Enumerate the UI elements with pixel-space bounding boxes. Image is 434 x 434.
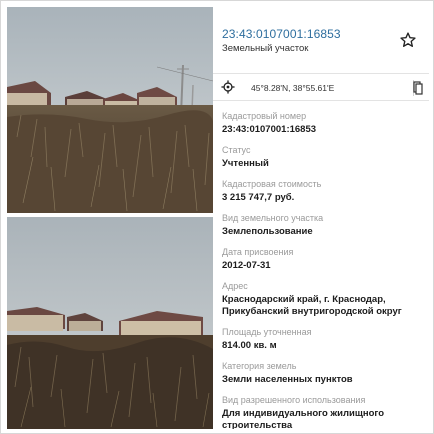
field-label: Категория земель [222,361,297,371]
plot-photo-1-image [7,7,213,213]
field-value: Землепользование [222,226,313,237]
plot-photo-2-image [7,217,213,429]
field-label: Кадастровая стоимость [222,179,322,189]
field-label: Вид разрешенного использования [222,395,366,405]
field-value: 814.00 кв. м [222,340,277,351]
star-outline-icon[interactable] [399,31,417,49]
field-value: 3 215 747,7 руб. [222,192,295,203]
plot-photo-1[interactable] [7,7,213,213]
field-label: Дата присвоения [222,247,294,257]
field-status: Статус Учтенный [222,145,427,170]
field-value: Краснодарский край, г. Краснодар, Прикуб… [222,294,402,317]
field-label: Адрес [222,281,248,291]
field-label: Площадь уточненная [222,327,312,337]
listing-card: 23:43:0107001:16853 Земельный участок 45… [0,0,434,434]
field-land-category: Категория земель Земли населенных пункто… [222,361,427,386]
copy-icon[interactable] [413,80,423,96]
location-row: 45°8.28'N, 38°55.61'E [213,73,429,101]
field-assignment-date: Дата присвоения 2012-07-31 [222,247,427,272]
field-plot-kind: Вид земельного участка Землепользование [222,213,427,238]
field-label: Статус [222,145,251,155]
land-type: Земельный участок [222,43,309,54]
plot-photo-2[interactable] [7,217,213,429]
field-cadastral-value: Кадастровая стоимость 3 215 747,7 руб. [222,179,427,204]
field-value: 2012-07-31 [222,260,271,271]
field-value: Учтенный [222,158,269,169]
info-panel: 23:43:0107001:16853 Земельный участок 45… [213,7,429,429]
field-value: Для индивидуального жилищного строительс… [222,408,385,429]
field-area: Площадь уточненная 814.00 кв. м [222,327,427,352]
coordinates: 45°8.28'N, 38°55.61'E [251,83,335,93]
field-label: Кадастровый номер [222,111,307,121]
field-address: Адрес Краснодарский край, г. Краснодар, … [222,281,427,318]
cadastral-number-title[interactable]: 23:43:0107001:16853 [222,27,341,41]
field-label: Вид земельного участка [222,213,324,223]
crosshair-icon[interactable] [221,80,235,94]
field-cadastral-number: Кадастровый номер 23:43:0107001:16853 [222,111,427,136]
photo-gallery [7,7,213,429]
field-permitted-use: Вид разрешенного использования Для индив… [222,395,427,429]
field-value: 23:43:0107001:16853 [222,124,317,135]
field-value: Земли населенных пунктов [222,374,353,385]
